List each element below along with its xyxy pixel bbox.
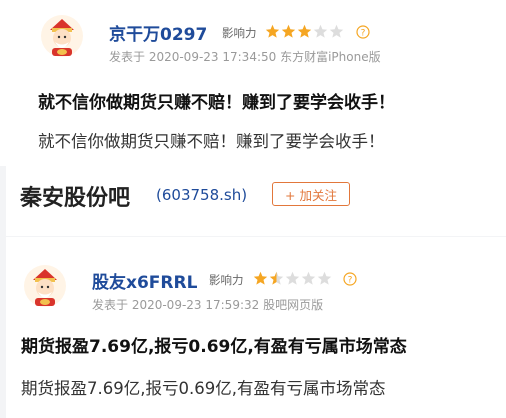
post-body: 期货报盈7.69亿,报亏0.69亿,有盈有亏属市场常态 [21,379,386,398]
svg-text:?: ? [361,29,366,39]
stock-code[interactable]: (603758.sh) [156,186,247,204]
svg-text:?: ? [348,276,353,286]
follow-button[interactable]: + 加关注 [272,182,350,206]
star-icon [265,24,280,38]
star-icon [329,24,344,38]
star-icon [313,24,328,38]
star-icon [297,24,312,38]
star-icon [317,271,332,285]
influence-label: 影响力 [209,273,244,287]
star-icon [301,271,316,285]
help-icon[interactable]: ? [356,25,370,39]
username[interactable]: 京干万0297 [109,20,207,45]
help-icon[interactable]: ? [343,272,357,286]
star-icon [281,24,296,38]
user-avatar[interactable] [40,14,84,58]
bar-name[interactable]: 秦安股份吧 [20,180,130,212]
section-divider [6,236,506,237]
star-icon [269,271,284,285]
username[interactable]: 股友x6FRRL [92,268,197,293]
influence-stars [265,24,345,39]
post-title[interactable]: 期货报盈7.69亿,报亏0.69亿,有盈有亏属市场常态 [21,332,407,357]
influence-label: 影响力 [222,26,257,40]
post-meta: 发表于 2020-09-23 17:59:32 股吧网页版 [92,298,324,312]
post-body: 就不信你做期货只赚不赔！赚到了要学会收手！ [38,132,385,151]
star-icon [253,271,268,285]
post-title[interactable]: 就不信你做期货只赚不赔！赚到了要学会收手！ [38,88,395,113]
user-avatar[interactable] [23,264,67,308]
left-divider [0,166,6,418]
post-meta: 发表于 2020-09-23 17:34:50 东方财富iPhone版 [109,50,381,64]
star-icon [285,271,300,285]
influence-stars [253,271,333,286]
